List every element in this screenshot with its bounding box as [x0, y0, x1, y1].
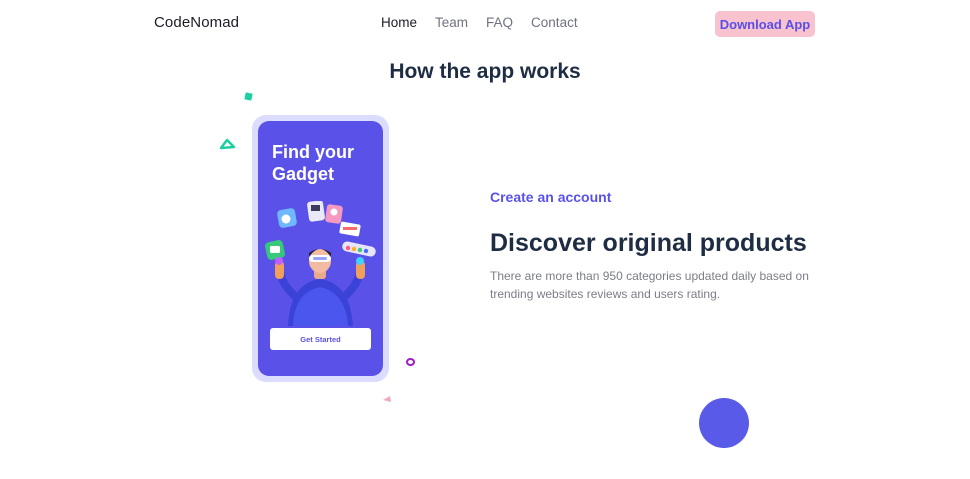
nav-link-team[interactable]: Team: [435, 15, 468, 30]
decorative-ring: [406, 358, 415, 366]
decorative-circle: [699, 398, 749, 448]
step-label: Create an account: [490, 189, 612, 205]
top-navigation: CodeNomad Home Team FAQ Contact Download…: [0, 0, 970, 46]
decorative-triangle-pink: [383, 396, 391, 402]
nav-links: Home Team FAQ Contact: [381, 15, 578, 30]
phone-mockup: Find your Gadget Get Started: [258, 121, 383, 376]
nav-link-contact[interactable]: Contact: [531, 15, 578, 30]
get-started-button[interactable]: Get Started: [270, 328, 371, 350]
nav-link-faq[interactable]: FAQ: [486, 15, 513, 30]
brand-logo[interactable]: CodeNomad: [154, 14, 239, 31]
gadget-illustration: [265, 201, 376, 326]
phone-title: Find your Gadget: [272, 142, 354, 184]
decorative-square: [244, 92, 253, 101]
feature-description: There are more than 950 categories updat…: [490, 269, 809, 301]
nav-link-home[interactable]: Home: [381, 15, 417, 30]
download-app-button[interactable]: Download App: [715, 11, 815, 37]
section-title: How the app works: [389, 60, 581, 83]
decorative-triangle: [219, 138, 236, 150]
feature-heading: Discover original products: [490, 229, 807, 257]
